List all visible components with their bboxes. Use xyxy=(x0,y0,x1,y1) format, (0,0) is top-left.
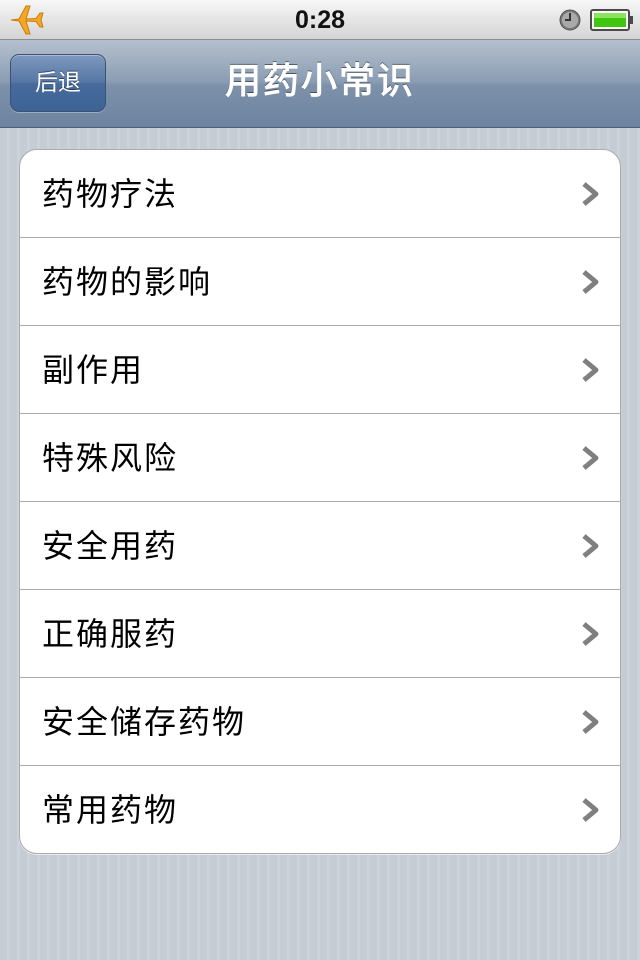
status-bar: 0:28 xyxy=(0,0,640,40)
menu-item-special-risks[interactable]: 特殊风险 xyxy=(20,414,620,502)
menu-item-label: 常用药物 xyxy=(42,791,179,829)
menu-item-safe-storage[interactable]: 安全储存药物 xyxy=(20,678,620,766)
menu-item-label: 安全储存药物 xyxy=(42,703,247,741)
clock-icon xyxy=(559,9,581,31)
menu-item-correct-dosing[interactable]: 正确服药 xyxy=(20,590,620,678)
chevron-right-icon xyxy=(582,622,599,646)
menu-item-label: 正确服药 xyxy=(42,615,179,653)
chevron-right-icon xyxy=(582,182,599,206)
status-time: 0:28 xyxy=(294,6,346,34)
menu-list: 药物疗法 药物的影响 副作用 特殊风险 安全用药 正确服药 安全储存药物 常用药… xyxy=(19,149,621,854)
menu-item-label: 安全用药 xyxy=(42,527,179,565)
menu-item-safe-use[interactable]: 安全用药 xyxy=(20,502,620,590)
menu-item-common-drugs[interactable]: 常用药物 xyxy=(20,766,620,853)
menu-item-label: 副作用 xyxy=(42,351,145,389)
menu-item-drug-therapy[interactable]: 药物疗法 xyxy=(20,150,620,238)
back-button[interactable]: 后退 xyxy=(10,54,106,112)
chevron-right-icon xyxy=(582,798,599,822)
nav-bar: 后退 用药小常识 xyxy=(0,40,640,128)
battery-icon xyxy=(590,9,633,31)
page-title: 用药小常识 xyxy=(224,61,415,102)
menu-item-label: 药物的影响 xyxy=(42,263,213,301)
menu-item-label: 药物疗法 xyxy=(42,175,179,213)
chevron-right-icon xyxy=(582,270,599,294)
chevron-right-icon xyxy=(582,446,599,470)
menu-item-side-effects[interactable]: 副作用 xyxy=(20,326,620,414)
menu-item-drug-effects[interactable]: 药物的影响 xyxy=(20,238,620,326)
chevron-right-icon xyxy=(582,710,599,734)
menu-item-label: 特殊风险 xyxy=(42,439,179,477)
chevron-right-icon xyxy=(582,534,599,558)
chevron-right-icon xyxy=(582,358,599,382)
